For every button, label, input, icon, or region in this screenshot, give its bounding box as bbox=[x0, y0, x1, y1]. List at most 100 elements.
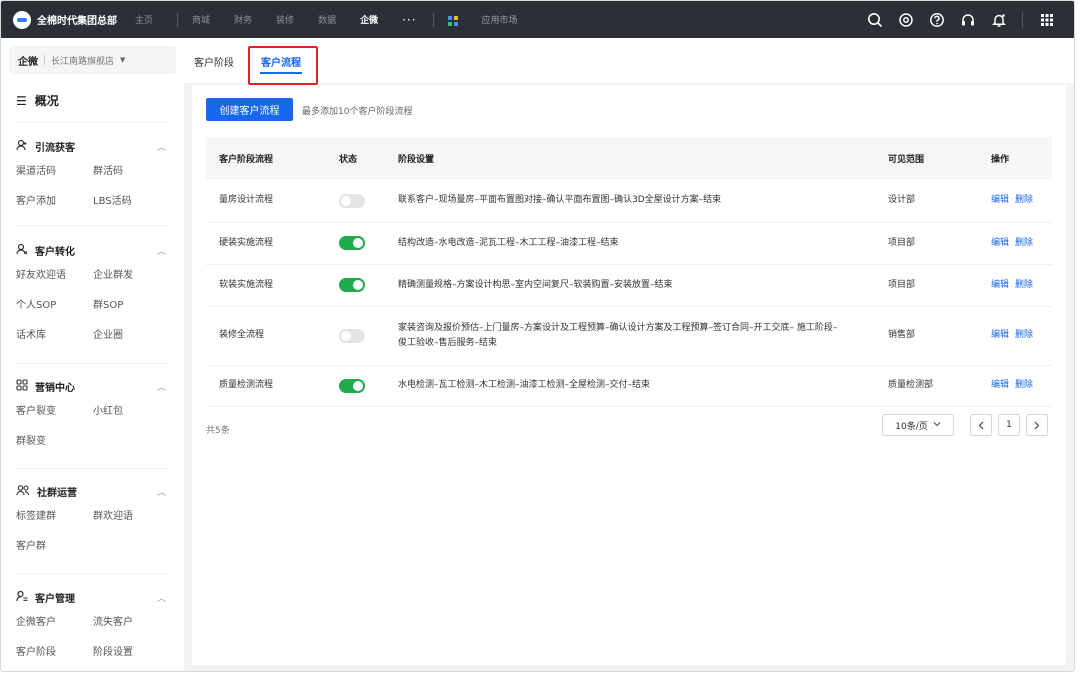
delete-link[interactable]: 删除 bbox=[1015, 380, 1033, 390]
sidebar-item-personal-sop[interactable]: 个人SOP bbox=[16, 298, 93, 314]
delete-link[interactable]: 删除 bbox=[1015, 195, 1033, 205]
user-plus-icon bbox=[16, 139, 28, 154]
status-toggle[interactable] bbox=[339, 278, 365, 292]
user-list-icon bbox=[16, 590, 28, 605]
sidebar-group-customer: 客户管理 ︿ 企微客户 流失客户 客户阶段 阶段设置 bbox=[16, 589, 168, 661]
table-row: 硬装实施流程 结构改造–水电改造–泥瓦工程–木工工程–油漆工程–结束 项目部 编… bbox=[206, 222, 1052, 265]
help-icon[interactable] bbox=[926, 9, 948, 31]
overview-label: 概况 bbox=[34, 94, 59, 108]
chevron-up-icon: ︿ bbox=[156, 593, 166, 604]
edit-link[interactable]: 编辑 bbox=[991, 380, 1009, 390]
flow-scope: 销售部 bbox=[875, 306, 978, 366]
sidebar-item-group-fission[interactable]: 群裂变 bbox=[16, 434, 93, 450]
sidebar-item-customer-stage[interactable]: 客户阶段 bbox=[16, 645, 93, 661]
create-flow-button[interactable]: 创建客户流程 bbox=[206, 98, 293, 121]
tab-customer-stage[interactable]: 客户阶段 bbox=[194, 54, 234, 69]
edit-link[interactable]: 编辑 bbox=[991, 280, 1009, 290]
chevron-right-icon bbox=[1034, 421, 1040, 429]
next-page-button[interactable] bbox=[1026, 414, 1048, 436]
flow-name: 量房设计流程 bbox=[206, 180, 326, 223]
nav-item-mall[interactable]: 商城 bbox=[192, 13, 210, 26]
column-header-status: 状态 bbox=[326, 137, 385, 180]
sidebar-item-mass-send[interactable]: 企业群发 bbox=[93, 268, 168, 284]
nav-item-app-market[interactable]: 应用市场 bbox=[447, 13, 542, 26]
status-toggle[interactable] bbox=[339, 378, 365, 393]
table-row: 软装实施流程 精确测量规格–方案设计构思–室内空间复尺–软装购置–安装放置–结束… bbox=[206, 264, 1052, 307]
nav-item-data[interactable]: 数据 bbox=[318, 13, 336, 26]
sidebar-item-wecom-customers[interactable]: 企微客户 bbox=[16, 615, 93, 631]
app-market-icon bbox=[447, 15, 458, 26]
menu-icon: ☰ bbox=[16, 93, 27, 108]
sidebar-divider bbox=[16, 573, 168, 574]
sidebar-item-channel-code[interactable]: 渠道活码 bbox=[16, 164, 93, 180]
sidebar-group-community: 社群运营 ︿ 标签建群 群欢迎语 客户群 bbox=[16, 483, 168, 555]
group-header[interactable]: 客户管理 ︿ bbox=[16, 589, 168, 605]
group-title: 社群运营 bbox=[37, 487, 77, 499]
sidebar-item-customer-group[interactable]: 客户群 bbox=[16, 539, 93, 555]
group-header[interactable]: 引流获客 ︿ bbox=[16, 138, 168, 154]
sidebar-item-lbs-code[interactable]: LBS活码 bbox=[93, 194, 168, 210]
status-toggle[interactable] bbox=[339, 236, 365, 250]
bell-icon[interactable] bbox=[988, 9, 1010, 31]
nav-item-finance[interactable]: 财务 bbox=[234, 13, 252, 26]
sidebar-item-lost-customers[interactable]: 流失客户 bbox=[93, 615, 168, 631]
nav-item-home[interactable]: 主页 bbox=[135, 13, 153, 26]
search-icon[interactable] bbox=[864, 9, 886, 31]
sidebar: 企微 长江南路旗舰店 ▼ ☰ 概况 引流获客 ︿ 渠道活码 群活码 客户添加 L… bbox=[1, 38, 184, 671]
chevron-left-icon bbox=[978, 421, 984, 429]
nav-more-button[interactable]: ··· bbox=[402, 13, 416, 27]
column-header-scope: 可见范围 bbox=[875, 137, 978, 180]
sidebar-item-scripts[interactable]: 话术库 bbox=[16, 328, 93, 344]
delete-link[interactable]: 删除 bbox=[1015, 330, 1033, 340]
status-toggle[interactable] bbox=[339, 328, 365, 343]
group-header[interactable]: 社群运营 ︿ bbox=[16, 483, 168, 499]
top-tools bbox=[855, 1, 1058, 38]
sidebar-divider bbox=[16, 225, 168, 226]
edit-link[interactable]: 编辑 bbox=[991, 330, 1009, 340]
flow-name: 硬装实施流程 bbox=[206, 222, 326, 265]
sidebar-item-tag-group[interactable]: 标签建群 bbox=[16, 509, 93, 525]
chevron-up-icon: ︿ bbox=[156, 246, 166, 257]
table-row: 装修全流程 家装咨询及报价预估–上门量房–方案设计及工程预算–确认设计方案及工程… bbox=[206, 306, 1052, 366]
caret-down-icon: ▼ bbox=[120, 56, 126, 64]
sidebar-item-red-packet[interactable]: 小红包 bbox=[93, 404, 168, 420]
flow-stages: 家装咨询及报价预估–上门量房–方案设计及工程预算–确认设计方案及工程预算–签订合… bbox=[385, 306, 875, 366]
grid-menu-icon[interactable] bbox=[1036, 9, 1058, 31]
edit-link[interactable]: 编辑 bbox=[991, 195, 1009, 205]
flow-scope: 设计部 bbox=[875, 180, 978, 223]
sidebar-item-group-welcome[interactable]: 群欢迎语 bbox=[93, 509, 168, 525]
prev-page-button[interactable] bbox=[970, 414, 992, 436]
sidebar-item-group-sop[interactable]: 群SOP bbox=[93, 298, 168, 314]
delete-link[interactable]: 删除 bbox=[1015, 280, 1033, 290]
chevron-up-icon: ︿ bbox=[156, 142, 166, 153]
sidebar-group-acquire: 引流获客 ︿ 渠道活码 群活码 客户添加 LBS活码 bbox=[16, 138, 168, 210]
settings-icon[interactable] bbox=[895, 9, 917, 31]
sidebar-overview[interactable]: ☰ 概况 bbox=[16, 92, 59, 109]
sidebar-item-moments[interactable]: 企业圈 bbox=[93, 328, 168, 344]
headset-icon[interactable] bbox=[957, 9, 979, 31]
group-header[interactable]: 客户转化 ︿ bbox=[16, 242, 168, 258]
brand-name: 全棉时代集团总部 bbox=[37, 16, 117, 27]
edit-link[interactable]: 编辑 bbox=[991, 238, 1009, 248]
sidebar-item-group-code[interactable]: 群活码 bbox=[93, 164, 168, 180]
flow-name: 装修全流程 bbox=[206, 306, 326, 366]
sidebar-divider bbox=[16, 363, 168, 364]
page-size-select[interactable]: 10条/页 bbox=[882, 414, 954, 436]
org-selector[interactable]: 企微 长江南路旗舰店 ▼ bbox=[9, 46, 176, 74]
org-name: 企微 bbox=[18, 56, 38, 68]
sidebar-item-welcome[interactable]: 好友欢迎语 bbox=[16, 268, 93, 284]
status-toggle[interactable] bbox=[339, 193, 365, 208]
flow-scope: 项目部 bbox=[875, 222, 978, 265]
apps-icon bbox=[16, 378, 28, 394]
group-header[interactable]: 营销中心 ︿ bbox=[16, 378, 168, 394]
delete-link[interactable]: 删除 bbox=[1015, 238, 1033, 248]
column-header-stages: 阶段设置 bbox=[385, 137, 875, 180]
flow-name: 软装实施流程 bbox=[206, 264, 326, 307]
page-number-button[interactable]: 1 bbox=[998, 414, 1020, 436]
nav-item-decoration[interactable]: 装修 bbox=[276, 13, 294, 26]
sidebar-item-fission[interactable]: 客户裂变 bbox=[16, 404, 93, 420]
sidebar-item-stage-settings[interactable]: 阶段设置 bbox=[93, 645, 168, 661]
nav-item-wecom[interactable]: 企微 bbox=[360, 13, 378, 26]
sidebar-item-customer-add[interactable]: 客户添加 bbox=[16, 194, 93, 210]
sidebar-group-convert: 客户转化 ︿ 好友欢迎语 企业群发 个人SOP 群SOP 话术库 企业圈 bbox=[16, 242, 168, 344]
